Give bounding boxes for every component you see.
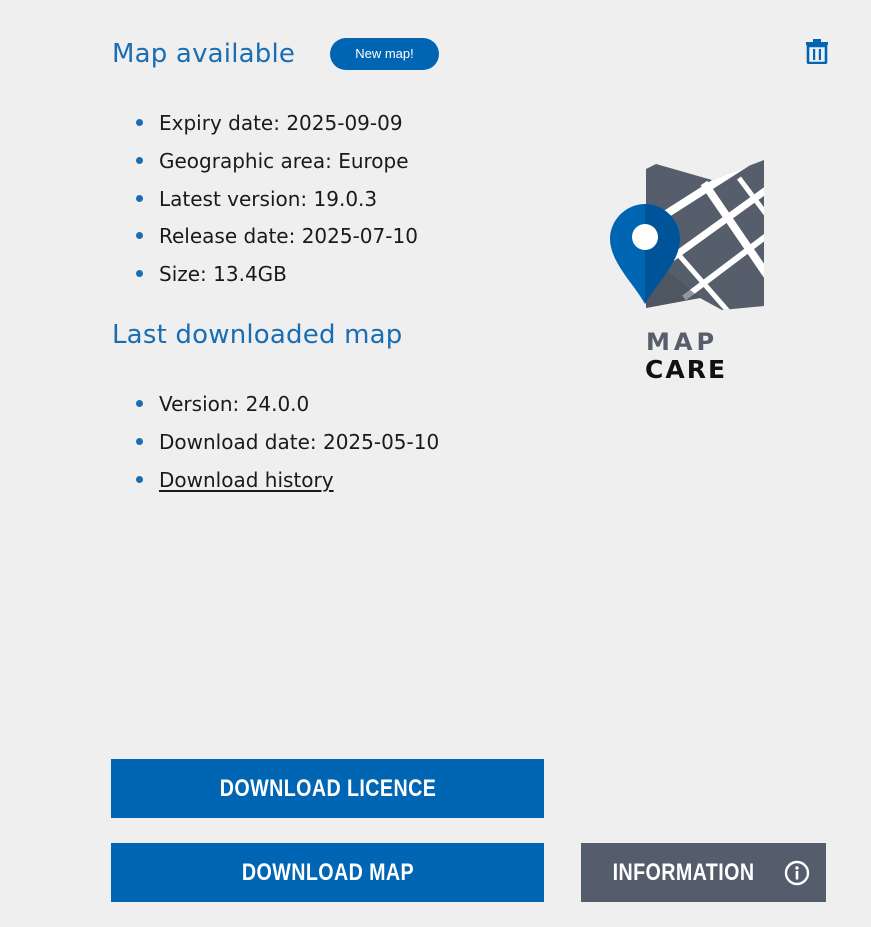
latest-version: Latest version: 19.0.3 — [159, 186, 378, 211]
information-button[interactable]: INFORMATION — [581, 843, 826, 902]
bullet-icon — [136, 270, 143, 278]
download-history-link[interactable]: Download history — [159, 468, 334, 492]
bullet-icon — [136, 475, 143, 483]
bullet-icon — [136, 437, 143, 445]
map-size: Size: 13.4GB — [159, 262, 287, 287]
bullet-icon — [136, 232, 143, 240]
bullet-icon — [136, 156, 143, 164]
list-item: Version: 24.0.0 — [136, 389, 439, 427]
download-map-button[interactable]: DOWNLOAD MAP — [111, 843, 544, 902]
list-item: Size: 13.4GB — [136, 259, 418, 297]
logo-text-care: CARE — [645, 355, 727, 383]
list-item: Release date: 2025-07-10 — [136, 221, 418, 259]
list-item: Latest version: 19.0.3 — [136, 184, 418, 222]
last-downloaded-list: Version: 24.0.0 Download date: 2025-05-1… — [136, 389, 439, 502]
release-date: Release date: 2025-07-10 — [159, 224, 418, 249]
map-care-logo: MAP CARE — [604, 158, 768, 384]
geographic-area: Geographic area: Europe — [159, 148, 409, 173]
downloaded-version: Version: 24.0.0 — [159, 392, 310, 416]
bullet-icon — [136, 119, 143, 126]
map-available-title: Map available — [112, 39, 296, 69]
bullet-icon — [136, 194, 143, 202]
last-downloaded-title: Last downloaded map — [112, 320, 403, 350]
download-map-label: DOWNLOAD MAP — [241, 858, 414, 886]
list-item: Download history — [136, 465, 439, 503]
information-label: INFORMATION — [612, 858, 755, 886]
bullet-icon — [136, 400, 143, 407]
expiry-date: Expiry date: 2025-09-09 — [159, 111, 403, 135]
list-item: Expiry date: 2025-09-09 — [136, 108, 418, 146]
download-licence-label: DOWNLOAD LICENCE — [219, 774, 436, 802]
logo-text-map: MAP — [646, 328, 718, 356]
map-available-list: Expiry date: 2025-09-09 Geographic area:… — [136, 108, 418, 297]
download-date: Download date: 2025-05-10 — [159, 429, 440, 454]
download-licence-button[interactable]: DOWNLOAD LICENCE — [111, 759, 544, 818]
list-item: Download date: 2025-05-10 — [136, 427, 439, 465]
new-map-badge: New map! — [330, 38, 439, 70]
list-item: Geographic area: Europe — [136, 146, 418, 184]
info-circle-icon — [784, 860, 810, 886]
trash-icon[interactable] — [805, 38, 829, 65]
